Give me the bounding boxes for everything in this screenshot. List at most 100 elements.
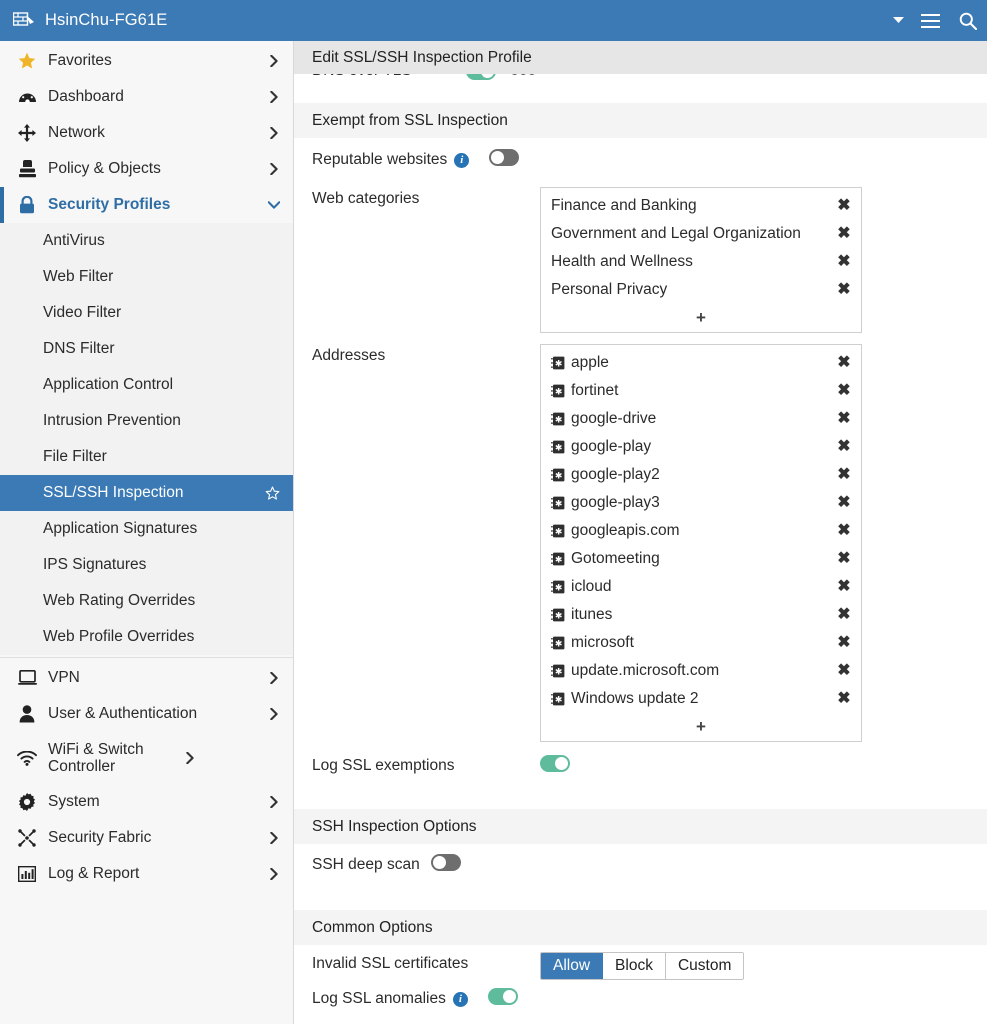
address-object-icon: ✱ <box>551 356 571 370</box>
list-item[interactable]: ✱ microsoft ✖ <box>541 629 861 657</box>
list-item[interactable]: ✱ google-play ✖ <box>541 433 861 461</box>
ssh-deep-scan-toggle[interactable] <box>430 854 461 871</box>
list-item[interactable]: ✱ apple ✖ <box>541 349 861 377</box>
list-item[interactable]: ✱ itunes ✖ <box>541 601 861 629</box>
fortinet-logo-icon <box>12 11 36 31</box>
svg-text:✱: ✱ <box>555 443 563 453</box>
web-category-name: Government and Legal Organization <box>551 225 801 242</box>
close-x-icon[interactable]: ✖ <box>836 411 852 427</box>
plus-icon[interactable]: + <box>541 304 861 330</box>
sidebar-item-web-filter[interactable]: Web Filter <box>0 259 293 295</box>
sidebar-item-dns-filter[interactable]: DNS Filter <box>0 331 293 367</box>
invalid-ssl-certificates-label-text: Invalid SSL certificates <box>312 955 469 972</box>
list-item[interactable]: Health and Wellness ✖ <box>541 248 861 276</box>
sidebar-item-policy-objects[interactable]: Policy & Objects <box>0 151 293 187</box>
close-x-icon[interactable]: ✖ <box>836 439 852 455</box>
hamburger-menu-icon[interactable] <box>911 0 949 41</box>
address-name: itunes <box>571 606 613 623</box>
sidebar-item-label: Policy & Objects <box>48 160 161 178</box>
policy-stamp-icon <box>14 160 40 178</box>
sidebar-item-system[interactable]: System <box>0 784 293 820</box>
close-x-icon[interactable]: ✖ <box>836 383 852 399</box>
sidebar-subitem-label: Web Profile Overrides <box>43 628 195 645</box>
address-object-icon: ✱ <box>551 412 571 426</box>
close-x-icon[interactable]: ✖ <box>836 607 852 623</box>
chevron-right-icon <box>267 163 281 175</box>
web-categories-multiselect[interactable]: Finance and Banking ✖ Government and Leg… <box>540 187 862 333</box>
info-icon[interactable]: i <box>452 991 468 1007</box>
sidebar-item-label: Security Profiles <box>48 196 171 214</box>
sidebar-item-user-authentication[interactable]: User & Authentication <box>0 696 293 732</box>
invalid-ssl-option-custom[interactable]: Custom <box>665 953 744 979</box>
info-icon[interactable]: i <box>454 152 470 168</box>
sidebar-item-dashboard[interactable]: Dashboard <box>0 79 293 115</box>
close-x-icon[interactable]: ✖ <box>836 254 852 270</box>
device-name[interactable]: HsinChu-FG61E <box>45 11 167 30</box>
sidebar-item-log-report[interactable]: Log & Report <box>0 856 293 892</box>
star-outline-icon[interactable] <box>263 485 281 501</box>
sidebar-item-network[interactable]: Network <box>0 115 293 151</box>
sidebar-item-security-profiles[interactable]: Security Profiles <box>0 187 293 223</box>
close-x-icon[interactable]: ✖ <box>836 282 852 298</box>
search-icon[interactable] <box>949 0 987 41</box>
sidebar-item-video-filter[interactable]: Video Filter <box>0 295 293 331</box>
row-log-ssl-exemptions: Log SSL exemptions <box>294 754 987 784</box>
list-item[interactable]: ✱ google-play2 ✖ <box>541 461 861 489</box>
dashboard-gauge-icon <box>14 89 40 105</box>
list-item[interactable]: Government and Legal Organization ✖ <box>541 220 861 248</box>
address-object-icon: ✱ <box>551 664 571 678</box>
plus-icon[interactable]: + <box>541 713 861 739</box>
sidebar-item-label: User & Authentication <box>48 705 198 723</box>
list-item[interactable]: Finance and Banking ✖ <box>541 192 861 220</box>
close-x-icon[interactable]: ✖ <box>836 663 852 679</box>
sidebar-item-wifi-switch-controller[interactable]: WiFi & Switch Controller <box>0 732 293 784</box>
address-name: fortinet <box>571 382 619 399</box>
sidebar-item-ips-signatures[interactable]: IPS Signatures <box>0 547 293 583</box>
sidebar-item-vpn[interactable]: VPN <box>0 660 293 696</box>
sidebar-item-intrusion-prevention[interactable]: Intrusion Prevention <box>0 403 293 439</box>
chevron-down-icon[interactable] <box>885 17 911 24</box>
list-item[interactable]: ✱ Windows update 2 ✖ <box>541 685 861 713</box>
list-item[interactable]: ✱ update.microsoft.com ✖ <box>541 657 861 685</box>
log-ssl-anomalies-label: Log SSL anomalies i <box>312 987 479 1008</box>
list-item[interactable]: ✱ fortinet ✖ <box>541 377 861 405</box>
sidebar-subitem-label: Application Signatures <box>43 520 198 537</box>
sidebar-item-file-filter[interactable]: File Filter <box>0 439 293 475</box>
list-item[interactable]: Personal Privacy ✖ <box>541 276 861 304</box>
list-item[interactable]: ✱ google-drive ✖ <box>541 405 861 433</box>
invalid-ssl-option-block[interactable]: Block <box>603 953 666 979</box>
list-item[interactable]: ✱ googleapis.com ✖ <box>541 517 861 545</box>
sidebar-item-web-rating-overrides[interactable]: Web Rating Overrides <box>0 583 293 619</box>
invalid-ssl-option-allow[interactable]: Allow <box>541 953 604 979</box>
list-item[interactable]: ✱ google-play3 ✖ <box>541 489 861 517</box>
sidebar-item-application-control[interactable]: Application Control <box>0 367 293 403</box>
list-item[interactable]: ✱ icloud ✖ <box>541 573 861 601</box>
close-x-icon[interactable]: ✖ <box>836 198 852 214</box>
sidebar-item-favorites[interactable]: Favorites <box>0 43 293 79</box>
svg-text:✱: ✱ <box>555 499 563 509</box>
close-x-icon[interactable]: ✖ <box>836 691 852 707</box>
close-x-icon[interactable]: ✖ <box>836 635 852 651</box>
close-x-icon[interactable]: ✖ <box>836 495 852 511</box>
close-x-icon[interactable]: ✖ <box>836 226 852 242</box>
addresses-multiselect[interactable]: ✱ apple ✖ ✱ fortinet ✖ ✱ google-drive ✖ … <box>540 344 862 742</box>
svg-text:✱: ✱ <box>555 527 563 537</box>
list-item[interactable]: ✱ Gotomeeting ✖ <box>541 545 861 573</box>
section-header-ssh-inspection-options: SSH Inspection Options <box>294 809 987 844</box>
sidebar-item-antivirus[interactable]: AntiVirus <box>0 223 293 259</box>
close-x-icon[interactable]: ✖ <box>836 467 852 483</box>
log-ssl-anomalies-toggle[interactable] <box>487 988 518 1005</box>
close-x-icon[interactable]: ✖ <box>836 551 852 567</box>
close-x-icon[interactable]: ✖ <box>836 355 852 371</box>
svg-text:✱: ✱ <box>555 639 563 649</box>
sidebar-item-ssl-ssh-inspection[interactable]: SSL/SSH Inspection <box>0 475 293 511</box>
log-ssl-exemptions-toggle[interactable] <box>540 755 570 772</box>
sidebar-item-web-profile-overrides[interactable]: Web Profile Overrides <box>0 619 293 655</box>
close-x-icon[interactable]: ✖ <box>836 523 852 539</box>
chevron-right-icon <box>267 796 281 808</box>
reputable-websites-toggle[interactable] <box>489 149 520 166</box>
sidebar-item-security-fabric[interactable]: Security Fabric <box>0 820 293 856</box>
close-x-icon[interactable]: ✖ <box>836 579 852 595</box>
row-web-categories: Web categories Finance and Banking ✖ Gov… <box>294 187 987 333</box>
sidebar-item-application-signatures[interactable]: Application Signatures <box>0 511 293 547</box>
